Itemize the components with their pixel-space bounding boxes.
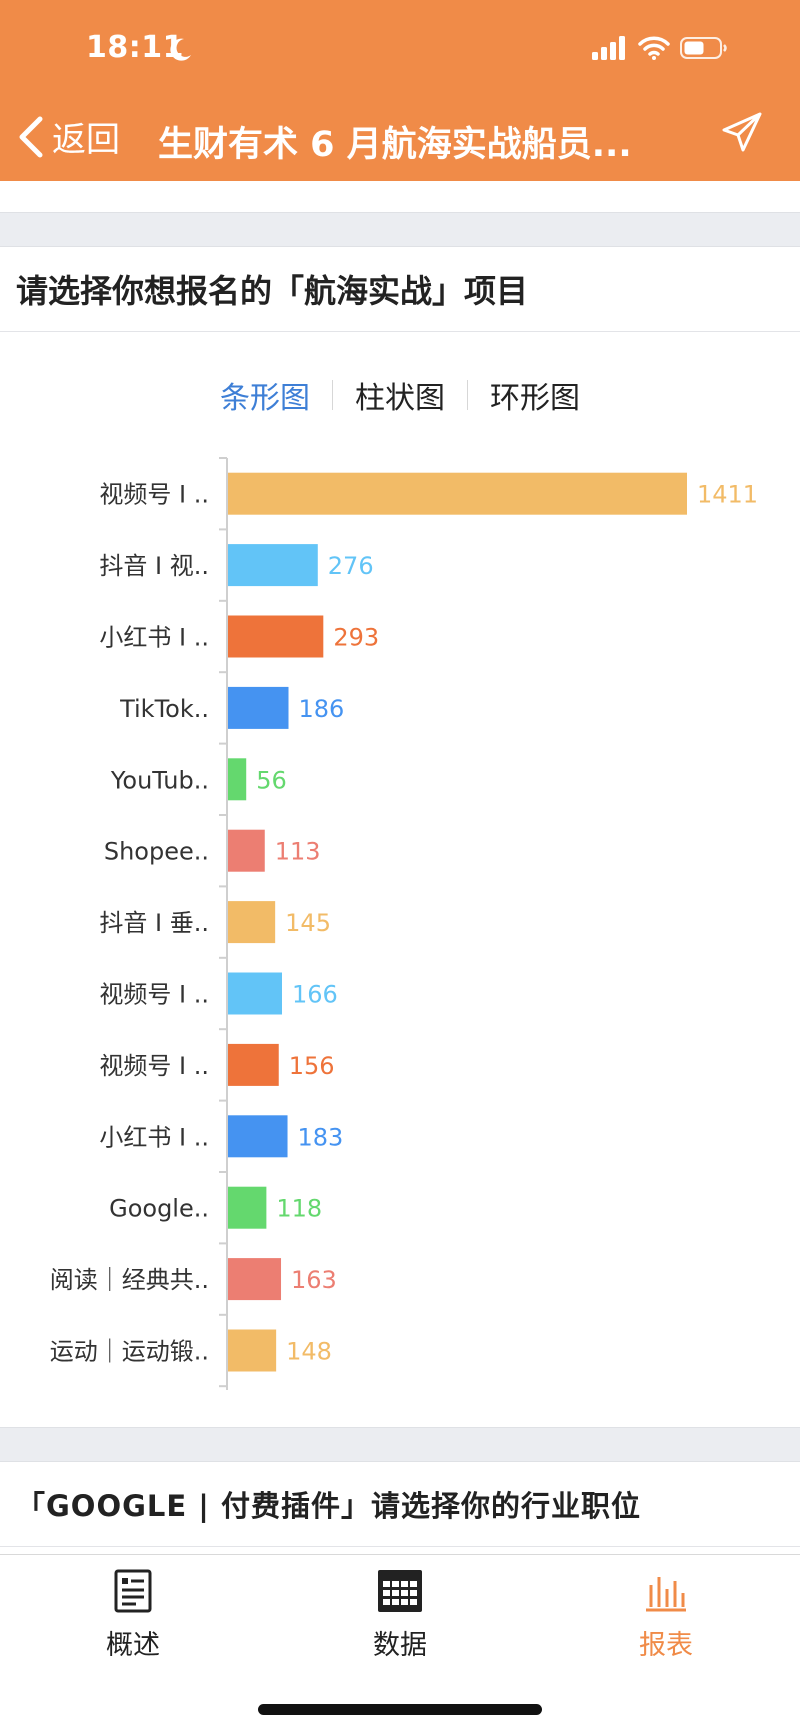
bar-chart-icon — [646, 1577, 686, 1612]
horizontal-bar-chart: 视频号 I .. 1411 抖音 I 视.. 276 小红书 I .. 293 TikTok… — [50, 457, 758, 1390]
bar-value-label: 183 — [298, 1123, 344, 1151]
tab-data-label: 数据 — [373, 1630, 427, 1661]
bar-value-label: 145 — [285, 909, 331, 937]
category-label: 抖音 I 视.. — [99, 552, 209, 580]
tab-report[interactable]: 报表 — [596, 1569, 736, 1662]
tab-data[interactable]: 数据 — [330, 1569, 470, 1662]
category-label: 小红书 I .. — [99, 1123, 209, 1151]
status-bar: 18:11 — [0, 0, 800, 100]
tab-column-chart[interactable]: 柱状图 — [333, 373, 467, 417]
section-divider — [0, 212, 800, 247]
navigation-bar: 返回 生财有术 6 月航海实战船员... — [0, 100, 800, 181]
bar-value-label: 118 — [276, 1195, 322, 1223]
bar[interactable] — [228, 1258, 282, 1301]
bar-value-label: 148 — [286, 1338, 332, 1366]
category-label: 视频号 I .. — [99, 481, 209, 509]
moon-icon — [170, 38, 191, 61]
chart-type-tabs: 条形图 柱状图 环形图 — [0, 370, 800, 420]
back-button[interactable]: 返回 — [16, 112, 120, 161]
header: 18:11 返回 生财有术 6 月航海实战船员... — [0, 0, 800, 181]
bar[interactable] — [228, 758, 247, 801]
status-icons — [592, 36, 728, 60]
bar-value-label: 163 — [291, 1266, 337, 1294]
category-label: 抖音 I 垂.. — [99, 909, 209, 937]
chevron-left-icon — [19, 116, 43, 157]
bar-value-label: 293 — [333, 624, 379, 652]
back-label: 返回 — [52, 120, 120, 160]
share-icon[interactable] — [720, 110, 764, 154]
grid-icon — [378, 1570, 422, 1612]
category-label: 小红书 I .. — [99, 624, 209, 652]
page-title: 生财有术 6 月航海实战船员... — [158, 125, 632, 165]
wifi-icon — [638, 36, 670, 60]
question-title-2: 「GOOGLE | 付费插件」请选择你的行业职位 — [0, 1462, 800, 1547]
tab-bar-chart[interactable]: 条形图 — [198, 373, 332, 417]
tab-donut-chart[interactable]: 环形图 — [468, 373, 602, 417]
category-label: Shopee.. — [104, 838, 209, 866]
bar[interactable] — [228, 1329, 277, 1372]
bar[interactable] — [228, 1186, 267, 1229]
bar[interactable] — [228, 972, 282, 1015]
bar-value-label: 156 — [289, 1052, 335, 1080]
battery-icon — [680, 37, 727, 59]
section-divider — [0, 1427, 800, 1462]
category-label: Google.. — [109, 1195, 209, 1223]
category-label: 视频号 I .. — [99, 981, 209, 1009]
bar[interactable] — [228, 544, 318, 587]
bar-value-label: 166 — [292, 981, 338, 1009]
tab-overview[interactable]: 概述 — [63, 1569, 203, 1662]
bar-value-label: 56 — [256, 766, 287, 794]
question-title: 请选择你想报名的「航海实战」项目 — [0, 247, 800, 332]
bar[interactable] — [228, 829, 265, 872]
tab-report-label: 报表 — [639, 1630, 693, 1661]
bar[interactable] — [228, 686, 289, 729]
bar-value-label: 276 — [328, 552, 374, 580]
category-label: 视频号 I .. — [99, 1052, 209, 1080]
bar[interactable] — [228, 615, 324, 658]
bar-value-label: 186 — [299, 695, 345, 723]
category-label: YouTub.. — [110, 766, 209, 794]
category-label: TikTok.. — [119, 695, 209, 723]
tab-overview-label: 概述 — [106, 1630, 160, 1661]
category-label: 阅读｜经典共.. — [50, 1266, 209, 1294]
home-indicator — [258, 1704, 542, 1715]
bar[interactable] — [228, 472, 687, 515]
bar[interactable] — [228, 1115, 288, 1158]
document-icon — [114, 1569, 152, 1613]
bar[interactable] — [228, 1043, 279, 1086]
category-label: 运动｜运动锻.. — [50, 1338, 209, 1366]
bar-value-label: 1411 — [697, 481, 758, 509]
signal-icon — [592, 36, 625, 60]
bar[interactable] — [228, 901, 276, 944]
bar-value-label: 113 — [275, 838, 321, 866]
